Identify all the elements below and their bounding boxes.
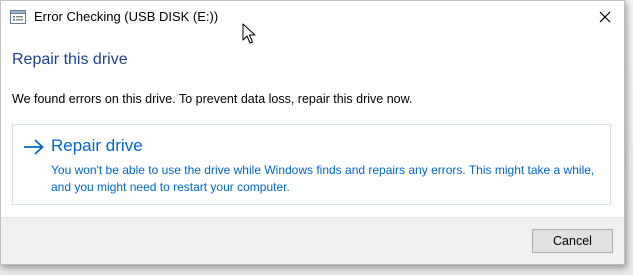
drive-properties-icon [10,10,26,24]
arrow-right-icon [24,139,44,155]
repair-drive-description: You won't be able to use the drive while… [51,163,595,194]
cancel-button[interactable]: Cancel [532,229,613,253]
close-icon [599,11,611,23]
repair-drive-option[interactable]: Repair drive You won't be able to use th… [12,124,611,205]
screenshot-stage: Error Checking (USB DISK (E:)) Repair th… [0,0,633,275]
dialog-message: We found errors on this drive. To preven… [12,92,413,106]
close-button[interactable] [594,6,616,28]
title-bar[interactable]: Error Checking (USB DISK (E:)) [1,1,624,33]
dialog-heading: Repair this drive [12,51,128,68]
window-title: Error Checking (USB DISK (E:)) [34,9,219,24]
repair-drive-title: Repair drive [51,136,143,155]
error-checking-dialog: Error Checking (USB DISK (E:)) Repair th… [0,0,625,265]
dialog-footer: Cancel [1,217,624,264]
